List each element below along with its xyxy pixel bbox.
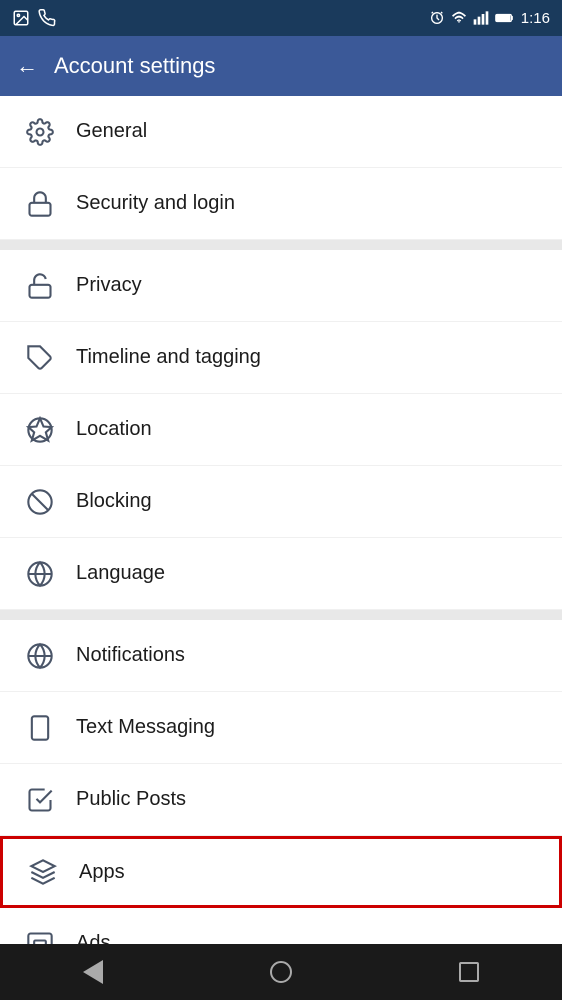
back-nav-icon	[83, 960, 103, 984]
security-label: Security and login	[76, 192, 235, 215]
ads-label: Ads	[76, 932, 110, 944]
privacy-label: Privacy	[76, 274, 142, 297]
text-messaging-icon	[20, 714, 60, 742]
globe-icon	[20, 560, 60, 588]
time-display: 1:16	[521, 10, 550, 27]
lock-icon	[20, 190, 60, 218]
alarm-icon	[429, 10, 445, 26]
page-title: Account settings	[54, 53, 215, 79]
location-icon	[20, 416, 60, 444]
gear-icon	[20, 118, 60, 146]
nav-recents-button[interactable]	[459, 962, 479, 982]
settings-item-apps[interactable]: Apps	[0, 836, 562, 908]
phone-call-icon	[38, 9, 56, 27]
blocking-icon	[20, 488, 60, 516]
nav-back-button[interactable]	[83, 960, 103, 984]
section-2: Privacy Timeline and tagging Location Bl…	[0, 250, 562, 610]
navigation-bar	[0, 944, 562, 1000]
timeline-label: Timeline and tagging	[76, 346, 261, 369]
settings-item-general[interactable]: General	[0, 96, 562, 168]
image-icon	[12, 9, 30, 27]
settings-item-ads[interactable]: Ads	[0, 908, 562, 944]
tag-icon	[20, 344, 60, 372]
text-messaging-label: Text Messaging	[76, 716, 215, 739]
section-3: Notifications Text Messaging Public Post…	[0, 620, 562, 944]
section-1: General Security and login	[0, 96, 562, 240]
settings-item-security[interactable]: Security and login	[0, 168, 562, 240]
wifi-icon	[451, 10, 467, 26]
privacy-lock-icon	[20, 272, 60, 300]
notifications-label: Notifications	[76, 644, 185, 667]
recents-nav-icon	[459, 962, 479, 982]
status-bar-left	[12, 9, 56, 27]
ads-icon	[20, 930, 60, 945]
signal-icon	[473, 10, 489, 26]
general-label: General	[76, 120, 147, 143]
public-posts-label: Public Posts	[76, 788, 186, 811]
public-posts-icon	[20, 786, 60, 814]
status-bar-right: 1:16	[429, 10, 550, 27]
settings-item-notifications[interactable]: Notifications	[0, 620, 562, 692]
back-button[interactable]: ←	[16, 53, 38, 79]
apps-label: Apps	[79, 861, 125, 884]
blocking-label: Blocking	[76, 490, 152, 513]
section-divider-1	[0, 240, 562, 250]
notifications-icon	[20, 642, 60, 670]
settings-item-privacy[interactable]: Privacy	[0, 250, 562, 322]
settings-item-timeline[interactable]: Timeline and tagging	[0, 322, 562, 394]
settings-item-language[interactable]: Language	[0, 538, 562, 610]
battery-icon	[495, 11, 515, 25]
app-header: ← Account settings	[0, 36, 562, 96]
home-nav-icon	[270, 961, 292, 983]
section-divider-2	[0, 610, 562, 620]
settings-item-blocking[interactable]: Blocking	[0, 466, 562, 538]
language-label: Language	[76, 562, 165, 585]
status-bar: 1:16	[0, 0, 562, 36]
apps-icon	[23, 858, 63, 886]
settings-item-public-posts[interactable]: Public Posts	[0, 764, 562, 836]
settings-item-text-messaging[interactable]: Text Messaging	[0, 692, 562, 764]
settings-list: General Security and login Privacy Timel…	[0, 96, 562, 944]
settings-item-location[interactable]: Location	[0, 394, 562, 466]
location-label: Location	[76, 418, 152, 441]
nav-home-button[interactable]	[270, 961, 292, 983]
